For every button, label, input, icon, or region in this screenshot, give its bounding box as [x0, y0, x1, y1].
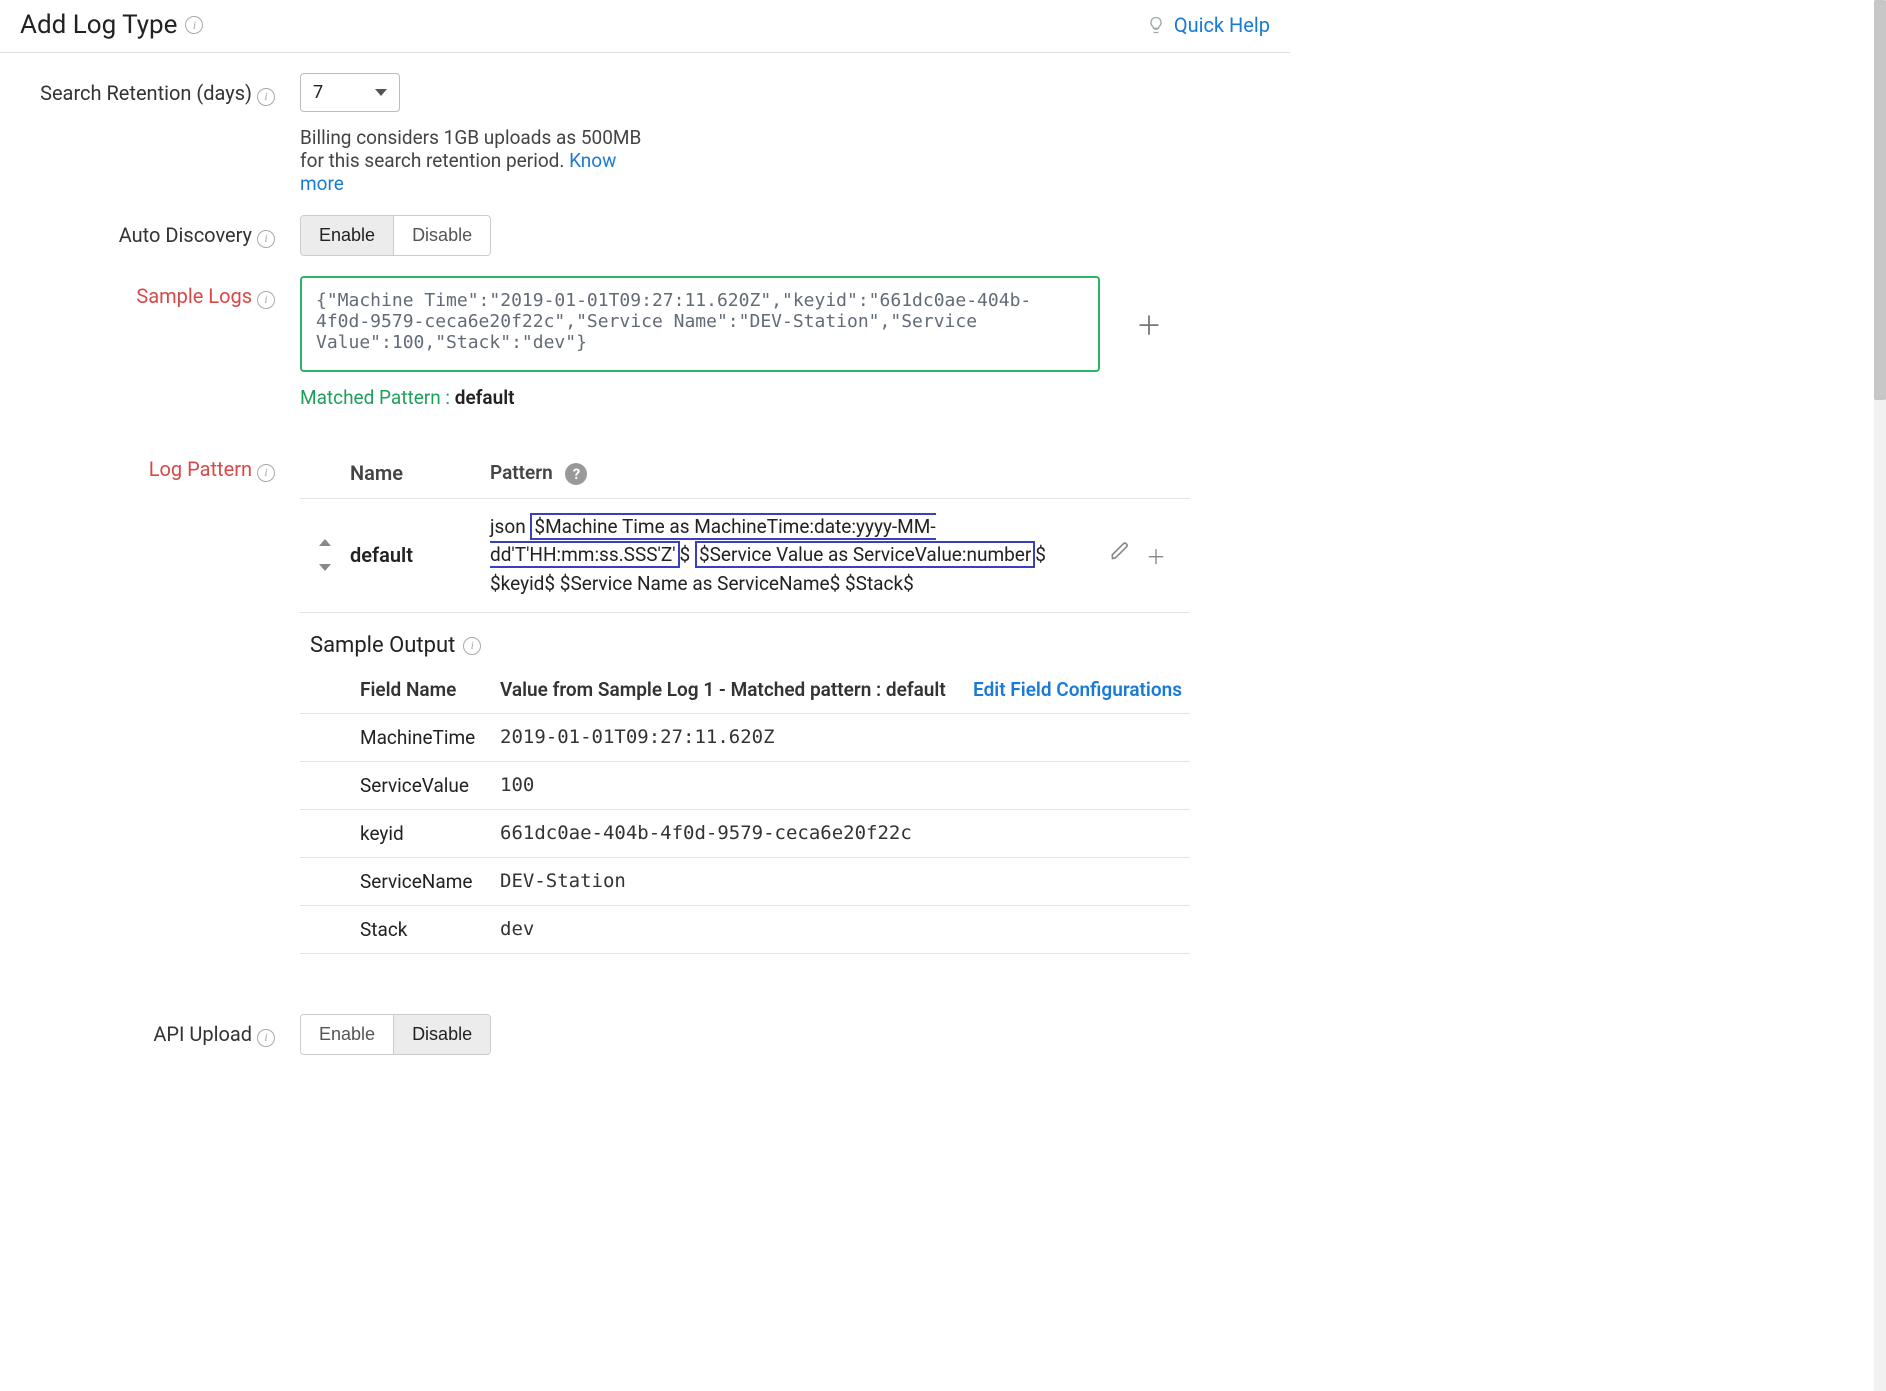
- sample-output-row: MachineTime2019-01-01T09:27:11.620Z: [300, 714, 1190, 762]
- pattern-name: default: [350, 543, 490, 567]
- info-icon[interactable]: i: [463, 637, 481, 655]
- pattern-highlight-2: $Service Value as ServiceValue:number: [695, 541, 1035, 568]
- pattern-text: json $Machine Time as MachineTime:date:y…: [490, 513, 1110, 599]
- quick-help-link[interactable]: Quick Help: [1146, 13, 1270, 37]
- scrollbar-thumb[interactable]: [1874, 0, 1886, 400]
- info-icon[interactable]: i: [257, 88, 275, 106]
- pattern-col-name: Name: [350, 461, 490, 485]
- vertical-scrollbar[interactable]: [1874, 0, 1886, 1391]
- search-retention-value: 7: [313, 82, 323, 103]
- help-icon[interactable]: ?: [565, 463, 587, 485]
- so-field-value: 100: [500, 774, 1190, 797]
- so-field-value: 661dc0ae-404b-4f0d-9579-ceca6e20f22c: [500, 822, 1190, 845]
- edit-pattern-button[interactable]: [1110, 541, 1130, 570]
- info-icon[interactable]: i: [257, 1029, 275, 1047]
- sample-output-row: keyid661dc0ae-404b-4f0d-9579-ceca6e20f22…: [300, 810, 1190, 858]
- so-col-value: Value from Sample Log 1 - Matched patter…: [500, 678, 946, 701]
- info-icon[interactable]: i: [257, 464, 275, 482]
- so-field-value: DEV-Station: [500, 870, 1190, 893]
- auto-discovery-disable-button[interactable]: Disable: [393, 216, 490, 255]
- sample-output-row: ServiceNameDEV-Station: [300, 858, 1190, 906]
- page-title: Add Log Type i: [20, 10, 203, 40]
- auto-discovery-enable-button[interactable]: Enable: [301, 216, 393, 255]
- pencil-icon: [1110, 541, 1130, 561]
- quick-help-text: Quick Help: [1174, 13, 1270, 37]
- info-icon[interactable]: i: [257, 291, 275, 309]
- api-upload-label: API Upload i: [0, 1014, 300, 1047]
- log-pattern-label: Log Pattern i: [0, 449, 300, 482]
- sample-logs-textarea[interactable]: [300, 276, 1100, 372]
- search-retention-label: Search Retention (days) i: [0, 73, 300, 106]
- bulb-icon: [1146, 15, 1166, 35]
- move-down-button[interactable]: [319, 564, 331, 571]
- so-col-field: Field Name: [300, 678, 500, 701]
- so-field-name: ServiceValue: [300, 774, 500, 797]
- so-field-name: keyid: [300, 822, 500, 845]
- sample-output-row: Stackdev: [300, 906, 1190, 954]
- edit-field-config-link[interactable]: Edit Field Configurations: [973, 678, 1182, 701]
- pattern-table-header: Name Pattern ?: [300, 449, 1190, 499]
- api-upload-toggle: Enable Disable: [300, 1014, 491, 1055]
- so-field-name: ServiceName: [300, 870, 500, 893]
- pattern-row: default json $Machine Time as MachineTim…: [300, 499, 1190, 614]
- so-field-value: dev: [500, 918, 1190, 941]
- auto-discovery-toggle: Enable Disable: [300, 215, 491, 256]
- api-upload-enable-button[interactable]: Enable: [301, 1015, 393, 1054]
- info-icon[interactable]: i: [185, 16, 203, 34]
- pattern-col-pattern: Pattern ?: [490, 459, 1110, 488]
- so-field-value: 2019-01-01T09:27:11.620Z: [500, 726, 1190, 749]
- retention-hint: Billing considers 1GB uploads as 500MB f…: [300, 126, 660, 195]
- so-field-name: Stack: [300, 918, 500, 941]
- sample-output-row: ServiceValue100: [300, 762, 1190, 810]
- add-sample-log-button[interactable]: ＋: [1130, 300, 1168, 349]
- chevron-down-icon: [375, 89, 387, 96]
- move-up-button[interactable]: [319, 539, 331, 546]
- add-pattern-button[interactable]: ＋: [1146, 541, 1166, 570]
- sample-logs-label: Sample Logs i: [0, 276, 300, 309]
- search-retention-select[interactable]: 7: [300, 73, 400, 112]
- sample-output-header: Field Name Value from Sample Log 1 - Mat…: [300, 666, 1190, 714]
- matched-pattern: Matched Pattern : default: [300, 386, 1200, 409]
- auto-discovery-label: Auto Discovery i: [0, 215, 300, 248]
- page-title-text: Add Log Type: [20, 10, 177, 40]
- api-upload-disable-button[interactable]: Disable: [393, 1015, 490, 1054]
- sample-output-title: Sample Output i: [310, 633, 1200, 658]
- info-icon[interactable]: i: [257, 230, 275, 248]
- so-field-name: MachineTime: [300, 726, 500, 749]
